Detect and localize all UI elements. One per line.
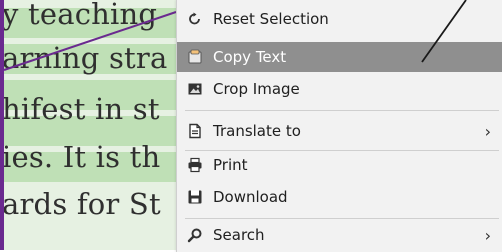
- print-icon: [187, 157, 203, 173]
- menu-separator: [185, 218, 499, 219]
- menu-item-download[interactable]: Download: [177, 182, 502, 212]
- menu-item-crop-image[interactable]: Crop Image: [177, 74, 502, 104]
- menu-item-label: Copy Text: [213, 48, 287, 66]
- search-icon: [187, 227, 203, 243]
- crop-image-icon: [187, 81, 203, 97]
- menu-item-label: Reset Selection: [213, 10, 329, 28]
- menu-item-label: Crop Image: [213, 80, 300, 98]
- menu-item-label: Translate to: [213, 122, 301, 140]
- copy-text-icon: [187, 49, 203, 65]
- translate-icon: [187, 123, 203, 139]
- reset-selection-icon: [187, 11, 203, 27]
- document-text-line: hifest in st: [2, 92, 160, 126]
- document-text-line: ies. It is th: [2, 140, 161, 174]
- document-text-line: ards for St: [2, 187, 161, 221]
- menu-item-label: Download: [213, 188, 288, 206]
- selection-border: [0, 0, 4, 250]
- menu-separator: [185, 110, 499, 111]
- submenu-arrow-icon: ›: [484, 122, 491, 141]
- document-text-line: y teaching: [2, 0, 158, 31]
- context-menu: Reset Selection Copy Text Crop Image Tra…: [176, 0, 502, 252]
- menu-item-search[interactable]: Search ›: [177, 220, 502, 250]
- menu-item-label: Search: [213, 226, 265, 244]
- document-text-line: arning stra: [2, 41, 168, 75]
- menu-item-reset-selection[interactable]: Reset Selection: [177, 4, 502, 34]
- submenu-arrow-icon: ›: [484, 226, 491, 245]
- download-icon: [187, 189, 203, 205]
- menu-item-translate-to[interactable]: Translate to ›: [177, 116, 502, 146]
- menu-item-copy-text[interactable]: Copy Text: [177, 42, 502, 72]
- menu-item-label: Print: [213, 156, 248, 174]
- menu-item-print[interactable]: Print: [177, 150, 502, 180]
